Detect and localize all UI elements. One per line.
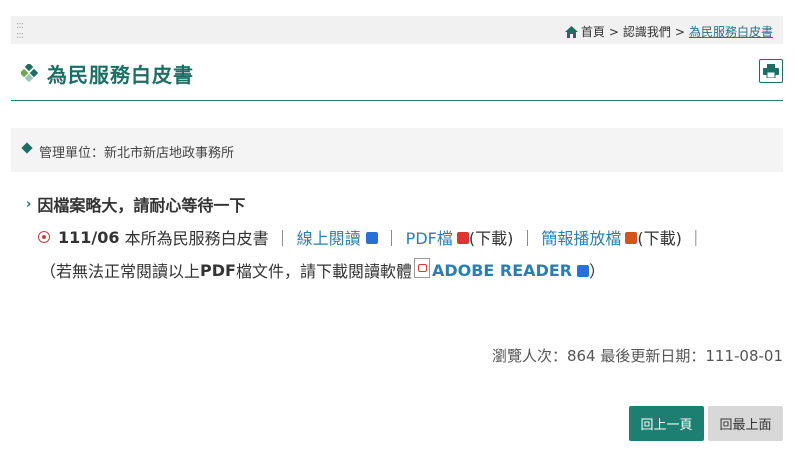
separator: ｜ <box>383 229 400 248</box>
notice-line: › 因檔案略大，請耐心等待一下 <box>26 192 245 216</box>
notice-text: 因檔案略大，請耐心等待一下 <box>37 196 246 215</box>
breadcrumb-about[interactable]: 認識我們 <box>623 23 671 40</box>
item-date: 111/06 <box>58 227 120 247</box>
separator: ｜ <box>687 229 704 248</box>
reader-suffix: ） <box>589 262 606 281</box>
page-title: 為民服務白皮書 <box>47 63 194 87</box>
chevron-right-icon: › <box>26 196 32 212</box>
page-stats: 瀏覽人次：864 最後更新日期：111-08-01 <box>491 347 783 365</box>
reader-note: （若無法正常閱讀以上 PDF 檔文件，請下載閱讀軟體 ADOBE READER … <box>40 258 605 282</box>
top-bar: :::::: 首頁 > 認識我們 > 為民服務白皮書 <box>11 16 783 44</box>
breadcrumb-home[interactable]: 首頁 <box>581 23 605 40</box>
external-link-icon <box>365 232 378 244</box>
breadcrumb: 首頁 > 認識我們 > 為民服務白皮書 <box>564 23 773 40</box>
breadcrumb-current[interactable]: 為民服務白皮書 <box>689 23 773 40</box>
separator: ｜ <box>519 229 536 248</box>
online-read-link[interactable]: 線上閱讀 <box>297 225 361 249</box>
diamond-bullet-icon <box>21 142 33 154</box>
reader-prefix: （若無法正常閱讀以上 <box>40 262 201 281</box>
back-to-top-button[interactable]: 回最上面 <box>708 406 783 441</box>
management-unit-box: 管理單位：新北市新店地政事務所 <box>11 128 783 172</box>
separator: ｜ <box>274 229 291 248</box>
back-button[interactable]: 回上一頁 <box>629 406 704 441</box>
print-button[interactable] <box>759 59 783 83</box>
item-title: 本所為民服務白皮書 <box>124 229 269 248</box>
management-unit-label: 管理單位：新北市新店地政事務所 <box>39 146 235 161</box>
reader-middle: 檔文件，請下載閱讀軟體 <box>235 262 412 281</box>
ppt-icon <box>625 232 638 244</box>
home-icon <box>564 25 578 38</box>
slides-link[interactable]: 簡報播放檔 <box>541 225 621 249</box>
dots-icon: :::::: <box>16 20 24 41</box>
adobe-reader-link[interactable]: ADOBE READER <box>432 261 572 280</box>
breadcrumb-separator: > <box>674 24 685 39</box>
pdf-icon <box>456 232 469 244</box>
pdf-download-label: (下載) <box>468 229 514 248</box>
slides-download-label: (下載) <box>637 229 682 248</box>
breadcrumb-separator: > <box>608 24 619 39</box>
diamond-logo-icon <box>21 64 39 82</box>
printer-icon <box>763 64 779 78</box>
pdf-link[interactable]: PDF檔 <box>406 225 453 249</box>
pdf-document-icon <box>413 258 430 278</box>
reader-pdf-word: PDF <box>200 260 236 280</box>
external-link-icon <box>577 265 590 277</box>
bullet-icon <box>38 231 50 243</box>
document-item: 111/06 本所為民服務白皮書 ｜ 線上閱讀 ｜ PDF檔 (下載) ｜ 簡報… <box>38 225 710 249</box>
page-header: 為民服務白皮書 <box>11 56 783 101</box>
